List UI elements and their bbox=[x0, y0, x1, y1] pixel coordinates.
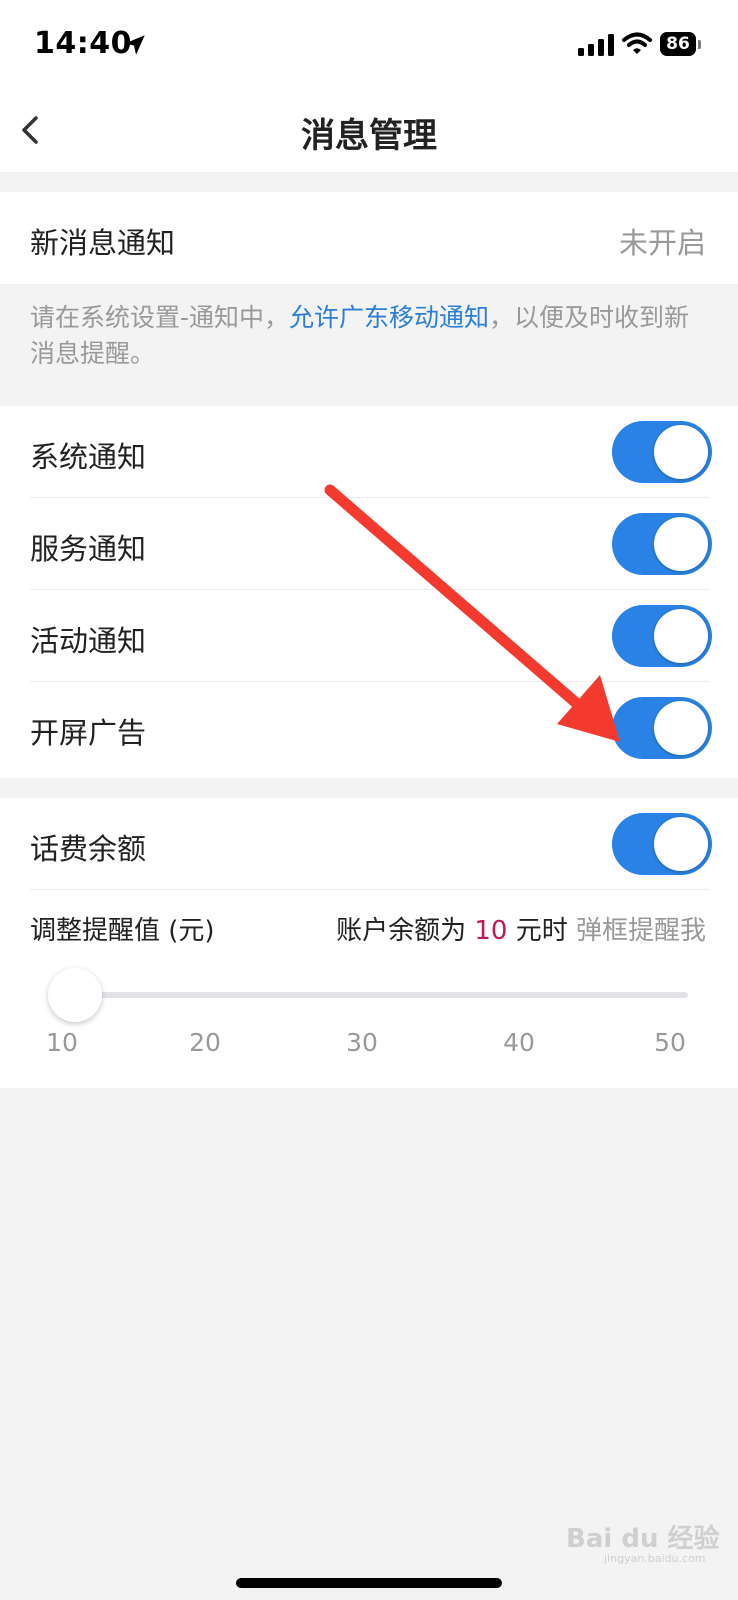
baidu-watermark: Bai du 经验 bbox=[566, 1524, 720, 1554]
system-notification-switch[interactable] bbox=[612, 421, 712, 483]
status-bar: 14:40 86 bbox=[0, 0, 738, 88]
cellular-signal-icon bbox=[578, 34, 614, 56]
reminder-description: 账户余额为 10 元时 弹框提醒我 bbox=[336, 910, 706, 947]
battery-percent: 86 bbox=[666, 34, 690, 54]
switch-knob bbox=[654, 817, 708, 871]
switch-knob bbox=[654, 425, 708, 479]
toggle-row-activity: 活动通知 bbox=[0, 590, 738, 682]
threshold-slider-track[interactable] bbox=[76, 992, 688, 998]
wifi-icon bbox=[622, 32, 652, 54]
new-message-status: 未开启 bbox=[618, 226, 706, 260]
toggle-label-system: 系统通知 bbox=[30, 440, 147, 474]
location-arrow-icon bbox=[125, 35, 145, 55]
balance-alert-switch[interactable] bbox=[612, 813, 712, 875]
balance-row: 话费余额 bbox=[0, 798, 738, 890]
reminder-tail: 弹框提醒我 bbox=[575, 916, 706, 946]
divider bbox=[30, 889, 710, 890]
slider-tick: 40 bbox=[503, 1028, 535, 1057]
notification-toggles: 系统通知 服务通知 活动通知 开屏广告 bbox=[0, 406, 738, 778]
reminder-amount: 10 bbox=[474, 916, 508, 946]
toggle-row-system: 系统通知 bbox=[0, 406, 738, 498]
new-message-row[interactable]: 新消息通知 未开启 bbox=[0, 192, 738, 284]
adjust-threshold-label: 调整提醒值 (元) bbox=[30, 916, 215, 946]
nav-bar: 消息管理 bbox=[0, 88, 738, 172]
toggle-label-splash-ad: 开屏广告 bbox=[30, 716, 147, 750]
slider-tick: 20 bbox=[189, 1028, 221, 1057]
reminder-mid: 元时 bbox=[515, 916, 568, 946]
threshold-slider-thumb[interactable] bbox=[48, 968, 102, 1022]
allow-notification-link[interactable]: 允许广东移动通知 bbox=[289, 303, 489, 332]
switch-knob bbox=[654, 701, 708, 755]
status-time: 14:40 bbox=[34, 26, 132, 61]
switch-knob bbox=[654, 517, 708, 571]
slider-tick: 50 bbox=[654, 1028, 686, 1057]
switch-knob bbox=[654, 609, 708, 663]
home-indicator bbox=[236, 1578, 502, 1588]
balance-section: 话费余额 调整提醒值 (元) 账户余额为 10 元时 弹框提醒我 10 20 3… bbox=[0, 798, 738, 1088]
page-title: 消息管理 bbox=[301, 116, 437, 156]
new-message-label: 新消息通知 bbox=[30, 226, 176, 260]
splash-ad-switch[interactable] bbox=[612, 697, 712, 759]
toggle-label-service: 服务通知 bbox=[30, 532, 147, 566]
reminder-prefix: 账户余额为 bbox=[336, 916, 467, 946]
notification-hint: 请在系统设置-通知中，允许广东移动通知，以便及时收到新消息提醒。 bbox=[30, 300, 710, 372]
toggle-row-splash-ad: 开屏广告 bbox=[0, 682, 738, 774]
battery-cap bbox=[698, 40, 701, 49]
hint-prefix: 请在系统设置-通知中， bbox=[30, 303, 290, 332]
activity-notification-switch[interactable] bbox=[612, 605, 712, 667]
battery-indicator: 86 bbox=[660, 32, 701, 56]
toggle-label-activity: 活动通知 bbox=[30, 624, 147, 658]
slider-tick: 10 bbox=[46, 1028, 78, 1057]
slider-tick: 30 bbox=[346, 1028, 378, 1057]
service-notification-switch[interactable] bbox=[612, 513, 712, 575]
balance-label: 话费余额 bbox=[30, 832, 147, 866]
toggle-row-service: 服务通知 bbox=[0, 498, 738, 590]
baidu-watermark-url: jingyan.baidu.com bbox=[604, 1552, 706, 1565]
